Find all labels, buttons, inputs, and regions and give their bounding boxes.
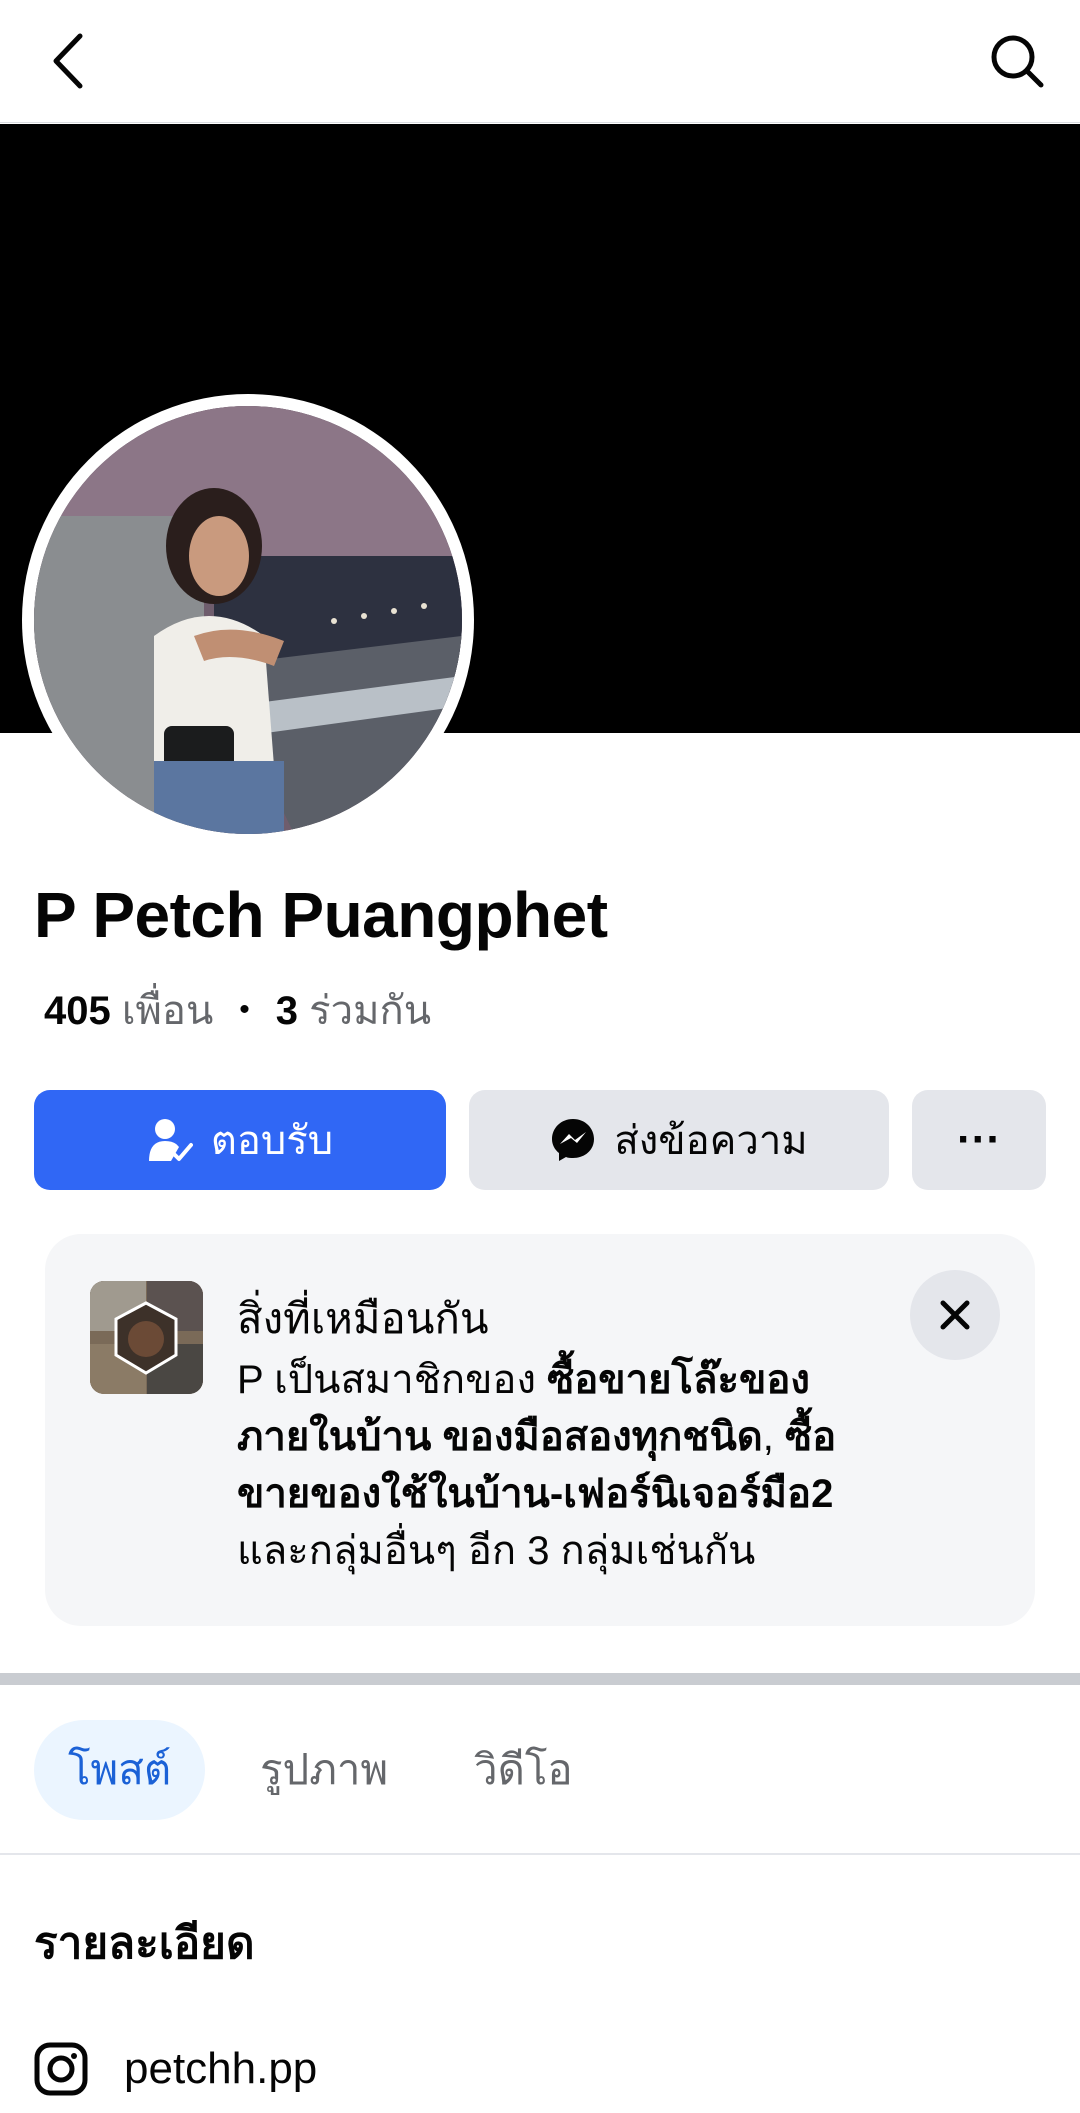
friends-count: 405 bbox=[44, 989, 111, 1033]
search-icon bbox=[991, 35, 1044, 88]
common-text-prefix: P เป็นสมาชิกของ bbox=[237, 1358, 548, 1402]
back-button[interactable] bbox=[40, 28, 96, 94]
tab-videos-label: วิดีโอ bbox=[474, 1746, 573, 1793]
profile-stats: 405 เพื่อน • 3 ร่วมกัน bbox=[44, 978, 431, 1042]
mutual-label: ร่วมกัน bbox=[309, 989, 432, 1033]
details-title: รายละเอียด bbox=[34, 1919, 255, 1968]
instagram-row[interactable]: petchh.pp bbox=[34, 2036, 317, 2102]
accept-friend-button[interactable]: ตอบรับ bbox=[34, 1090, 446, 1190]
avatar-photo bbox=[34, 406, 462, 834]
mutual-count: 3 bbox=[275, 989, 299, 1033]
tab-posts[interactable]: โพสต์ bbox=[34, 1720, 206, 1820]
common-comma: , bbox=[762, 1415, 774, 1459]
profile-actions: ตอบรับ ส่งข้อความ ··· bbox=[34, 1090, 1046, 1190]
common-card-title: สิ่งที่เหมือนกัน bbox=[237, 1295, 489, 1342]
close-card-button[interactable] bbox=[910, 1270, 1000, 1360]
tab-videos[interactable]: วิดีโอ bbox=[440, 1720, 607, 1820]
instagram-handle[interactable]: petchh.pp bbox=[124, 2044, 317, 2094]
search-button[interactable] bbox=[984, 28, 1050, 94]
chevron-left-icon bbox=[53, 33, 83, 89]
more-icon: ··· bbox=[957, 1115, 1001, 1164]
common-card-body: P เป็นสมาชิกของ ซื้อขายโล๊ะของภายในบ้าน … bbox=[237, 1352, 897, 1580]
messenger-icon bbox=[552, 1119, 595, 1161]
separator-dot: • bbox=[239, 993, 250, 1026]
person-check-icon bbox=[148, 1119, 193, 1161]
friends-stat[interactable]: 405 เพื่อน bbox=[44, 978, 213, 1042]
common-text-suffix: และกลุ่มอื่นๆ อีก 3 กลุ่มเช่นกัน bbox=[237, 1529, 756, 1573]
mutual-stat[interactable]: 3 ร่วมกัน bbox=[276, 978, 431, 1042]
friends-label: เพื่อน bbox=[121, 989, 214, 1033]
section-divider bbox=[0, 1673, 1080, 1685]
group-thumbnail[interactable] bbox=[90, 1281, 203, 1394]
tab-photos[interactable]: รูปภาพ bbox=[226, 1720, 422, 1820]
more-options-button[interactable]: ··· bbox=[912, 1090, 1046, 1190]
group-thumbnail-image bbox=[90, 1281, 203, 1394]
common-things-card: สิ่งที่เหมือนกัน P เป็นสมาชิกของ ซื้อขาย… bbox=[45, 1234, 1035, 1626]
message-button[interactable]: ส่งข้อความ bbox=[469, 1090, 889, 1190]
close-icon bbox=[940, 1300, 970, 1330]
profile-name: P Petch Puangphet bbox=[34, 879, 608, 951]
instagram-icon bbox=[34, 2042, 88, 2096]
message-label: ส่งข้อความ bbox=[614, 1119, 808, 1163]
top-bar bbox=[0, 0, 1080, 123]
tab-photos-label: รูปภาพ bbox=[260, 1746, 389, 1793]
avatar[interactable] bbox=[34, 406, 462, 834]
tab-posts-label: โพสต์ bbox=[68, 1746, 172, 1793]
accept-label: ตอบรับ bbox=[210, 1119, 334, 1163]
profile-tabs: โพสต์ รูปภาพ วิดีโอ bbox=[0, 1685, 1080, 1855]
